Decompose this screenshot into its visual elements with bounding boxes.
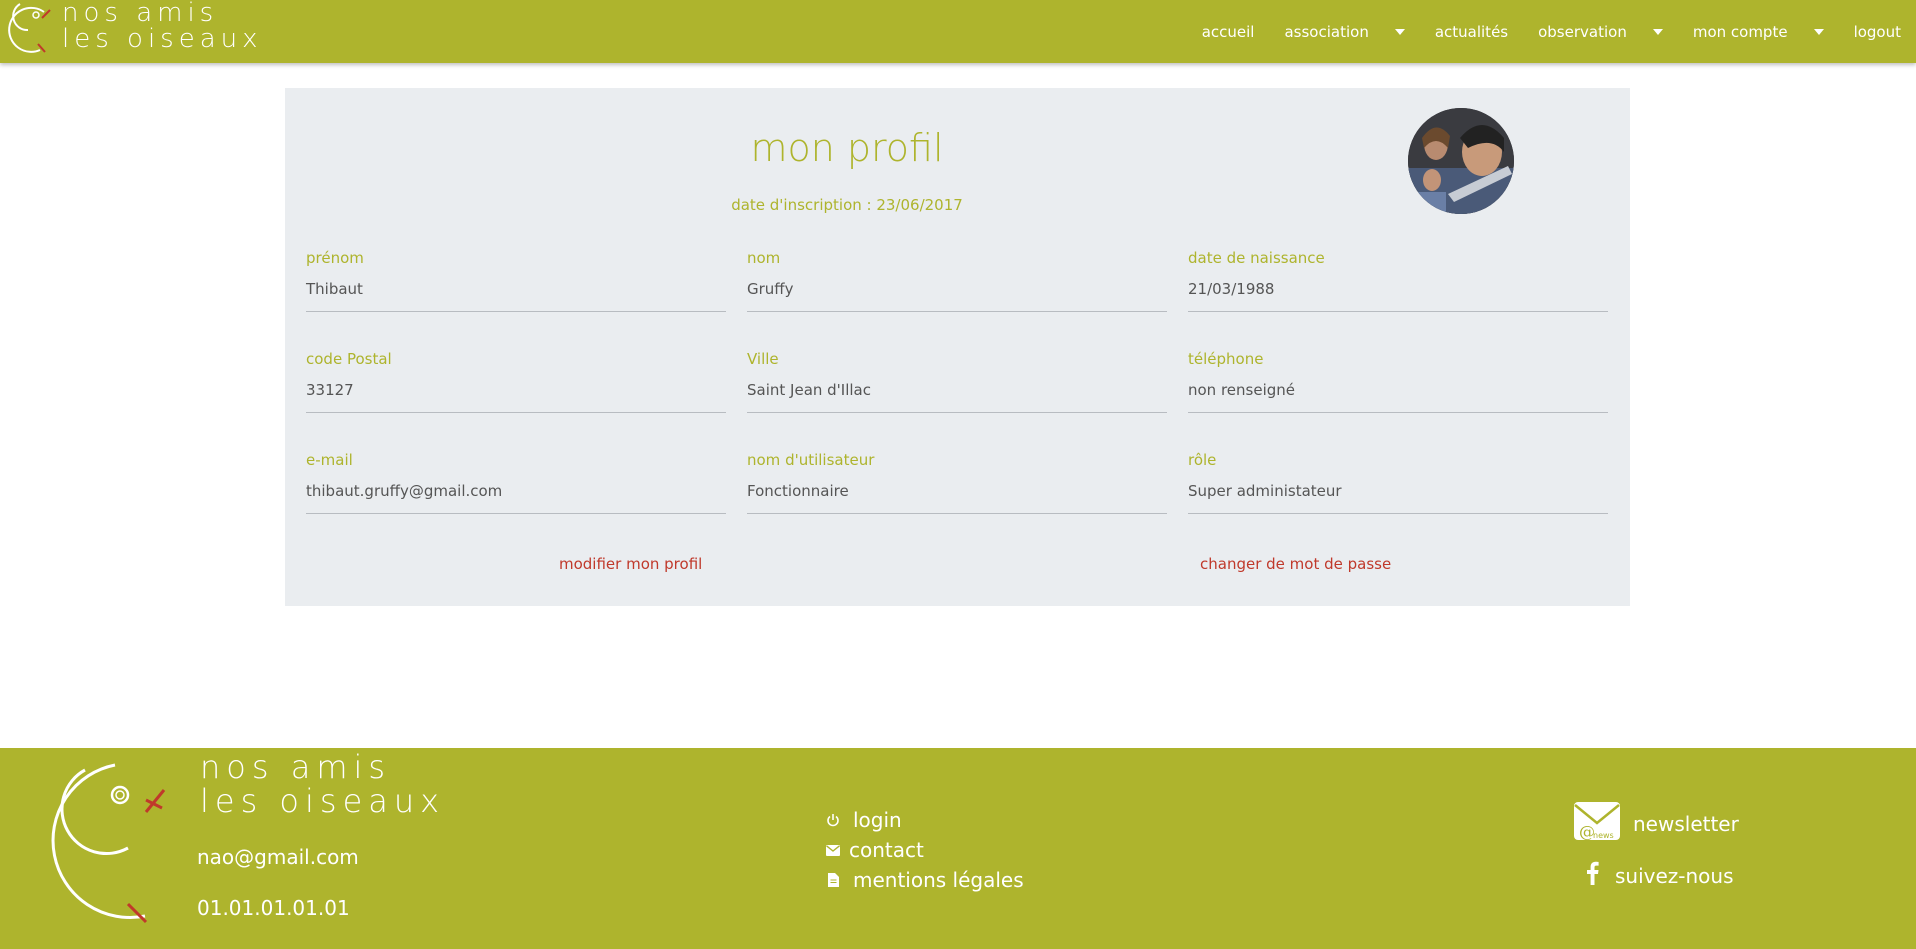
field-value: 33127 (306, 381, 354, 399)
field-label: rôle (1188, 451, 1217, 469)
field-label: date de naissance (1188, 249, 1325, 267)
nav-item-logout[interactable]: logout (1839, 0, 1916, 63)
footer: nos amis les oiseaux nao@gmail.com 01.01… (0, 748, 1916, 949)
field-value: Gruffy (747, 280, 794, 298)
field-underline (1188, 513, 1608, 514)
field-code-postal[interactable]: code Postal 33127 (306, 350, 726, 420)
follow-label: suivez-nous (1615, 863, 1734, 888)
nav-item-accueil[interactable]: accueil (1187, 0, 1270, 63)
footer-email[interactable]: nao@gmail.com (197, 845, 359, 869)
field-underline (306, 513, 726, 514)
footer-link-label: login (853, 808, 902, 832)
field-label: e-mail (306, 451, 353, 469)
footer-brand-line2: les oiseaux (200, 782, 446, 820)
nav-item-association[interactable]: association (1269, 0, 1419, 63)
field-underline (1188, 311, 1608, 312)
navbar: nos amis les oiseaux accueil association… (0, 0, 1916, 63)
bird-logo-icon (51, 763, 166, 924)
caret-down-icon (1652, 28, 1663, 35)
mail-icon (823, 844, 843, 856)
field-prenom[interactable]: prénom Thibaut (306, 249, 726, 319)
field-value: Fonctionnaire (747, 482, 849, 500)
nav-label: accueil (1201, 22, 1255, 41)
field-underline (1188, 412, 1608, 413)
change-password-button[interactable]: changer de mot de passe (1200, 555, 1391, 573)
field-value: non renseigné (1188, 381, 1295, 399)
field-value: Thibaut (306, 280, 363, 298)
field-label: téléphone (1188, 350, 1264, 368)
newsletter-link[interactable]: @ news newsletter (1573, 801, 1739, 846)
power-icon (823, 813, 843, 827)
registration-date: date d'inscription : 23/06/2017 (731, 196, 963, 214)
caret-down-icon (1394, 28, 1405, 35)
field-value: Saint Jean d'Illac (747, 381, 871, 399)
nav-item-mon-compte[interactable]: mon compte (1678, 0, 1839, 63)
edit-profile-button[interactable]: modifier mon profil (559, 555, 702, 573)
footer-brand: nos amis les oiseaux (200, 750, 445, 818)
field-underline (306, 412, 726, 413)
field-telephone[interactable]: téléphone non renseigné (1188, 350, 1608, 420)
avatar (1408, 108, 1514, 214)
nav-item-observation[interactable]: observation (1523, 0, 1678, 63)
field-underline (747, 311, 1167, 312)
footer-brand-line1: nos amis (200, 748, 392, 786)
caret-down-icon (1813, 28, 1824, 35)
brand-text: nos amis les oiseaux (62, 0, 263, 52)
footer-link-label: contact (849, 838, 924, 862)
nav-label: association (1284, 22, 1369, 41)
field-underline (747, 412, 1167, 413)
field-value: Super administateur (1188, 482, 1342, 500)
field-email[interactable]: e-mail thibaut.gruffy@gmail.com (306, 451, 726, 521)
brand-line2: les oiseaux (62, 24, 263, 54)
page-title: mon profil (750, 126, 944, 170)
field-value: 21/03/1988 (1188, 280, 1275, 298)
brand-line1: nos amis (62, 0, 219, 28)
footer-link-label: mentions légales (853, 868, 1024, 892)
nav-item-actualites[interactable]: actualités (1420, 0, 1523, 63)
field-label: Ville (747, 350, 779, 368)
field-nom[interactable]: nom Gruffy (747, 249, 1167, 319)
footer-link-login[interactable]: login (823, 805, 1024, 835)
field-value: thibaut.gruffy@gmail.com (306, 482, 503, 500)
field-username[interactable]: nom d'utilisateur Fonctionnaire (747, 451, 1167, 521)
svg-text:news: news (1593, 831, 1614, 840)
field-label: nom (747, 249, 781, 267)
field-role[interactable]: rôle Super administateur (1188, 451, 1608, 521)
footer-link-legal[interactable]: mentions légales (823, 865, 1024, 895)
footer-link-contact[interactable]: contact (823, 835, 1024, 865)
nav-menu: accueil association actualités observati… (1187, 0, 1916, 63)
nav-label: actualités (1434, 22, 1509, 41)
field-ville[interactable]: Ville Saint Jean d'Illac (747, 350, 1167, 420)
nav-label: mon compte (1692, 22, 1788, 41)
field-date-naissance[interactable]: date de naissance 21/03/1988 (1188, 249, 1608, 319)
footer-links: login contact mentions légales (823, 805, 1024, 895)
newsletter-label: newsletter (1633, 811, 1739, 836)
bird-logo-icon (8, 3, 51, 53)
footer-phone: 01.01.01.01.01 (197, 896, 350, 920)
document-icon (823, 873, 843, 887)
field-label: nom d'utilisateur (747, 451, 875, 469)
field-underline (306, 311, 726, 312)
newsletter-icon: @ news (1573, 801, 1621, 846)
nav-label: logout (1853, 22, 1901, 41)
follow-facebook-link[interactable]: suivez-nous (1586, 861, 1734, 890)
facebook-icon (1586, 861, 1599, 890)
profile-card: mon profil date d'inscription : 23/06/20… (285, 88, 1630, 606)
field-label: prénom (306, 249, 364, 267)
nav-label: observation (1538, 22, 1627, 41)
field-label: code Postal (306, 350, 392, 368)
avatar-photo (1408, 108, 1514, 214)
field-underline (747, 513, 1167, 514)
